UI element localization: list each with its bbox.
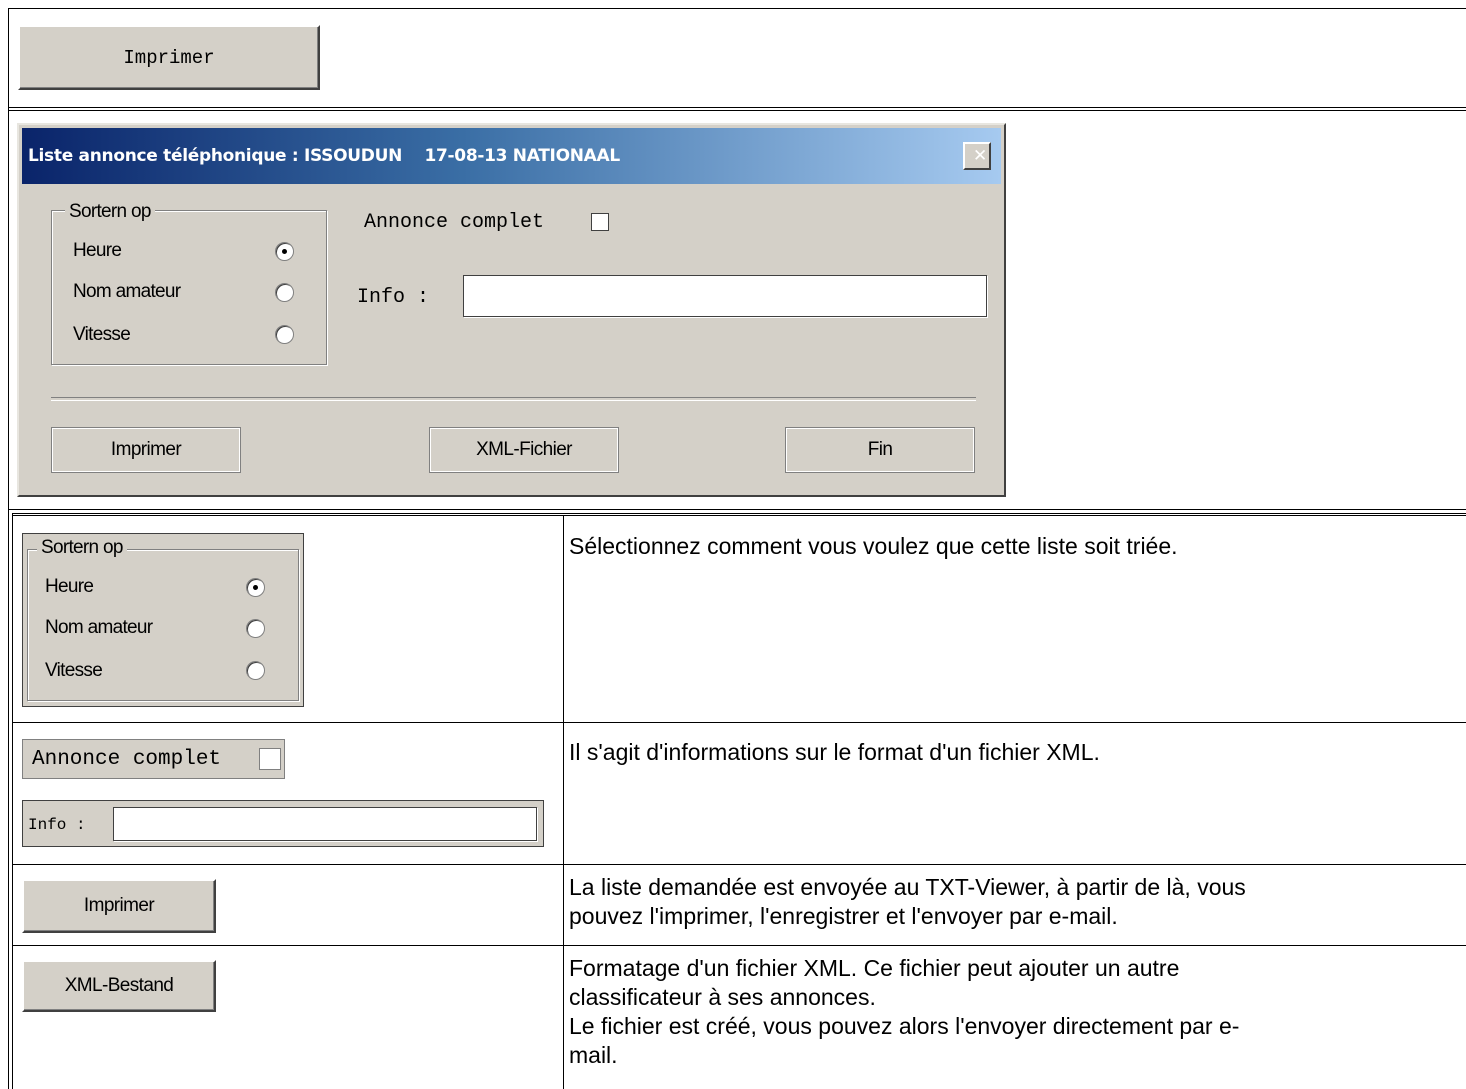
info-input[interactable] — [463, 275, 987, 317]
info-label: Info : — [28, 816, 86, 834]
column-divider — [563, 515, 564, 1089]
table-border-left — [8, 8, 9, 1089]
info-input[interactable] — [113, 807, 537, 841]
row-description: Formatage d'un fichier XML. Ce fichier p… — [569, 955, 1240, 1068]
table-row-divider — [12, 722, 1466, 723]
row-divider — [8, 107, 1466, 108]
dialog-window: Liste annonce téléphonique : ISSOUDUN 17… — [17, 123, 1006, 497]
sort-option-label: Vitesse — [45, 660, 103, 681]
annonce-complet-label: Annonce complet — [32, 748, 222, 771]
dialog-print-button[interactable]: Imprimer — [51, 427, 241, 473]
sort-radio-nom-amateur[interactable] — [246, 619, 265, 638]
sort-group-legend: Sortern op — [65, 201, 155, 223]
sort-option-label: Heure — [45, 576, 94, 597]
separator — [51, 397, 976, 401]
row-divider — [8, 509, 1466, 510]
table-border-left-inner — [12, 513, 13, 1089]
sort-option-label: Nom amateur — [73, 281, 181, 302]
print-button[interactable]: Imprimer — [18, 25, 320, 90]
table-border-top — [8, 8, 1466, 9]
row-description: Il s'agit d'informations sur le format d… — [569, 739, 1100, 765]
row-divider — [8, 110, 1466, 111]
info-label: Info : — [357, 286, 430, 309]
table-row-divider — [12, 945, 1466, 946]
dialog-xml-button[interactable]: XML-Fichier — [429, 427, 619, 473]
dialog-end-button[interactable]: Fin — [785, 427, 975, 473]
sort-option-label: Vitesse — [73, 324, 131, 345]
annonce-complet-label: Annonce complet — [364, 211, 545, 234]
annonce-complet-checkbox[interactable] — [259, 748, 281, 770]
sort-radio-vitesse[interactable] — [246, 661, 265, 680]
annonce-complet-checkbox[interactable] — [591, 213, 609, 231]
sort-radio-heure[interactable] — [246, 578, 265, 597]
row-description: La liste demandée est envoyée au TXT-Vie… — [569, 874, 1246, 929]
sort-group-legend: Sortern op — [37, 537, 127, 559]
dialog-title: Liste annonce téléphonique : ISSOUDUN 17… — [28, 146, 620, 166]
sort-option-label: Heure — [73, 240, 122, 261]
sort-option-label: Nom amateur — [45, 617, 153, 638]
print-button[interactable]: Imprimer — [22, 879, 216, 933]
sort-radio-vitesse[interactable] — [275, 325, 294, 344]
sort-radio-heure[interactable] — [275, 242, 294, 261]
sort-radio-nom-amateur[interactable] — [275, 283, 294, 302]
dialog-titlebar: Liste annonce téléphonique : ISSOUDUN 17… — [22, 128, 1001, 184]
table-row-divider — [12, 864, 1466, 865]
close-icon[interactable]: ✕ — [963, 142, 991, 170]
row-description: Sélectionnez comment vous voulez que cet… — [569, 533, 1178, 559]
table-row-top — [12, 513, 1466, 514]
xml-bestand-button[interactable]: XML-Bestand — [22, 960, 216, 1012]
table-row-top — [12, 515, 1466, 516]
